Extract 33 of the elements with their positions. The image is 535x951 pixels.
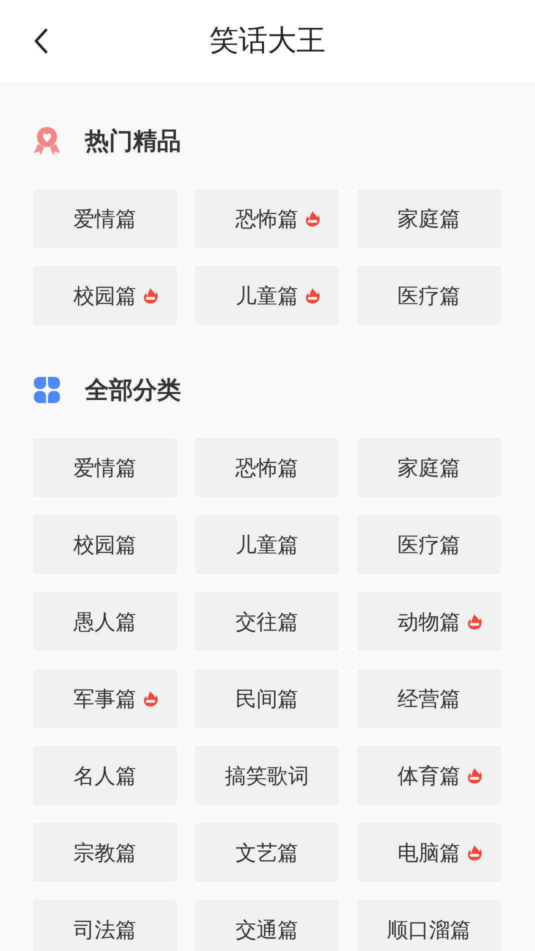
category-button[interactable]: 动物篇 — [357, 592, 501, 651]
award-ribbon-icon — [33, 126, 61, 156]
category-button[interactable]: 校园篇 — [33, 515, 177, 574]
page-title: 笑话大王 — [210, 22, 326, 59]
section-title: 热门精品 — [85, 126, 181, 157]
category-button[interactable]: 爱情篇 — [33, 438, 177, 497]
back-icon[interactable] — [34, 28, 48, 54]
category-button[interactable]: 电脑篇 — [357, 823, 501, 882]
category-button[interactable]: 家庭篇 — [357, 189, 501, 248]
category-button[interactable]: 恐怖篇 — [195, 438, 339, 497]
category-button[interactable]: 军事篇 — [33, 669, 177, 728]
section-title: 全部分类 — [85, 375, 181, 406]
category-button[interactable]: 经营篇 — [357, 669, 501, 728]
category-button[interactable]: 交往篇 — [195, 592, 339, 651]
category-button[interactable]: 恐怖篇 — [195, 189, 339, 248]
grid-icon — [33, 376, 61, 404]
category-button[interactable]: 校园篇 — [33, 266, 177, 325]
category-button[interactable]: 儿童篇 — [195, 266, 339, 325]
category-button[interactable]: 名人篇 — [33, 746, 177, 805]
category-button[interactable]: 司法篇 — [33, 900, 177, 951]
category-button[interactable]: 儿童篇 — [195, 515, 339, 574]
category-button[interactable]: 搞笑歌词 — [195, 746, 339, 805]
category-button[interactable]: 愚人篇 — [33, 592, 177, 651]
category-button[interactable]: 爱情篇 — [33, 189, 177, 248]
category-button[interactable]: 宗教篇 — [33, 823, 177, 882]
category-button[interactable]: 医疗篇 — [357, 266, 501, 325]
category-button[interactable]: 体育篇 — [357, 746, 501, 805]
category-button[interactable]: 文艺篇 — [195, 823, 339, 882]
category-button[interactable]: 医疗篇 — [357, 515, 501, 574]
category-button[interactable]: 民间篇 — [195, 669, 339, 728]
category-button[interactable]: 交通篇 — [195, 900, 339, 951]
category-button[interactable]: 顺口溜篇 — [357, 900, 501, 951]
category-button[interactable]: 家庭篇 — [357, 438, 501, 497]
